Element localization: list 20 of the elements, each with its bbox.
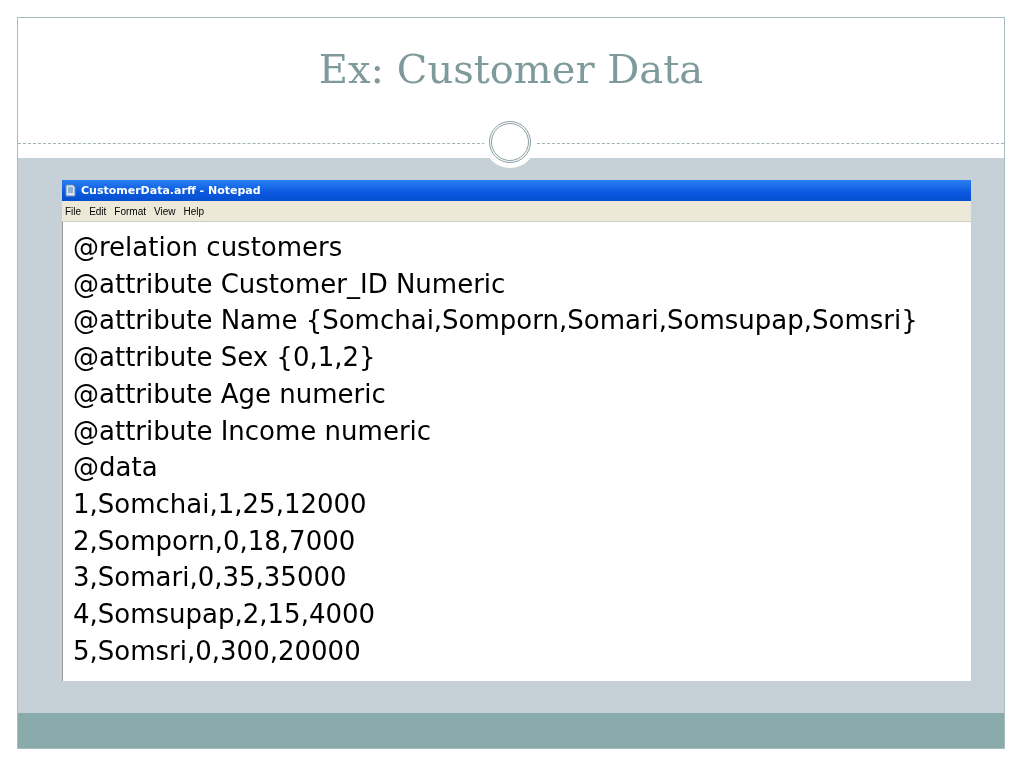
text-line: 2,Somporn,0,18,7000 (73, 524, 357, 558)
window-title: CustomerData.arff - Notepad (81, 184, 261, 197)
text-line: 3,Somari,0,35,35000 (73, 561, 348, 595)
menu-item[interactable]: File (65, 205, 82, 217)
menu-item[interactable]: Help (183, 205, 205, 217)
menu-item[interactable]: Edit (89, 205, 107, 217)
slide-title: Ex: Customer Data (318, 46, 704, 92)
text-line: 4,Somsupap,2,15,4000 (73, 598, 377, 632)
notepad-icon (65, 184, 76, 197)
text-line: @attribute Name {Somchai,Somporn,Somari,Somsupap,Somsri} (73, 304, 919, 338)
text-line: 5,Somsri,0,300,20000 (73, 634, 362, 668)
text-line: @attribute Income numeric (73, 414, 433, 448)
menu-item[interactable]: Format (114, 205, 147, 217)
text-line: @data (73, 451, 159, 485)
text-line: @relation customers (73, 231, 344, 264)
text-line: @attribute Age numeric (73, 377, 387, 411)
menu-item[interactable]: View (154, 205, 176, 217)
text-line: 1,Somchai,1,25,12000 (73, 487, 368, 521)
text-line: @attribute Sex {0,1,2} (73, 341, 377, 375)
text-line: @attribute Customer_ID Numeric (73, 267, 507, 301)
